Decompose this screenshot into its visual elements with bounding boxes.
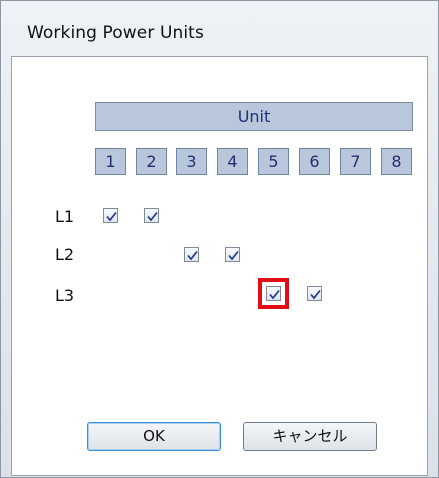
check-icon (187, 250, 198, 261)
check-icon (228, 250, 239, 261)
working-power-units-dialog: Working Power Units Unit 1 2 3 4 5 6 7 8… (0, 0, 439, 478)
window-title: Working Power Units (27, 23, 204, 43)
unit-button-1[interactable]: 1 (95, 148, 126, 175)
check-icon (269, 289, 280, 300)
row-label-l2: L2 (55, 245, 75, 264)
check-icon (310, 289, 321, 300)
checkbox-l1-unit-2[interactable] (144, 208, 159, 223)
checkbox-l2-unit-4[interactable] (225, 247, 240, 262)
unit-button-3[interactable]: 3 (176, 148, 207, 175)
unit-button-2[interactable]: 2 (136, 148, 167, 175)
unit-button-7[interactable]: 7 (340, 148, 371, 175)
cancel-button[interactable]: キャンセル (243, 422, 377, 451)
checkbox-l3-unit-5[interactable] (266, 286, 281, 301)
unit-header: Unit (95, 102, 413, 131)
ok-button[interactable]: OK (87, 422, 221, 451)
row-label-l1: L1 (55, 207, 75, 226)
unit-button-6[interactable]: 6 (299, 148, 330, 175)
unit-button-4[interactable]: 4 (217, 148, 248, 175)
check-icon (106, 211, 117, 222)
title-bar[interactable]: Working Power Units (1, 1, 438, 55)
dialog-content: Unit 1 2 3 4 5 6 7 8 L1 L2 L3 OK キャンセル (11, 56, 428, 476)
checkbox-l3-unit-6[interactable] (307, 286, 322, 301)
checkbox-l1-unit-1[interactable] (103, 208, 118, 223)
unit-button-5[interactable]: 5 (258, 148, 289, 175)
check-icon (147, 211, 158, 222)
row-label-l3: L3 (55, 286, 75, 305)
checkbox-l2-unit-3[interactable] (184, 247, 199, 262)
unit-button-8[interactable]: 8 (381, 148, 412, 175)
